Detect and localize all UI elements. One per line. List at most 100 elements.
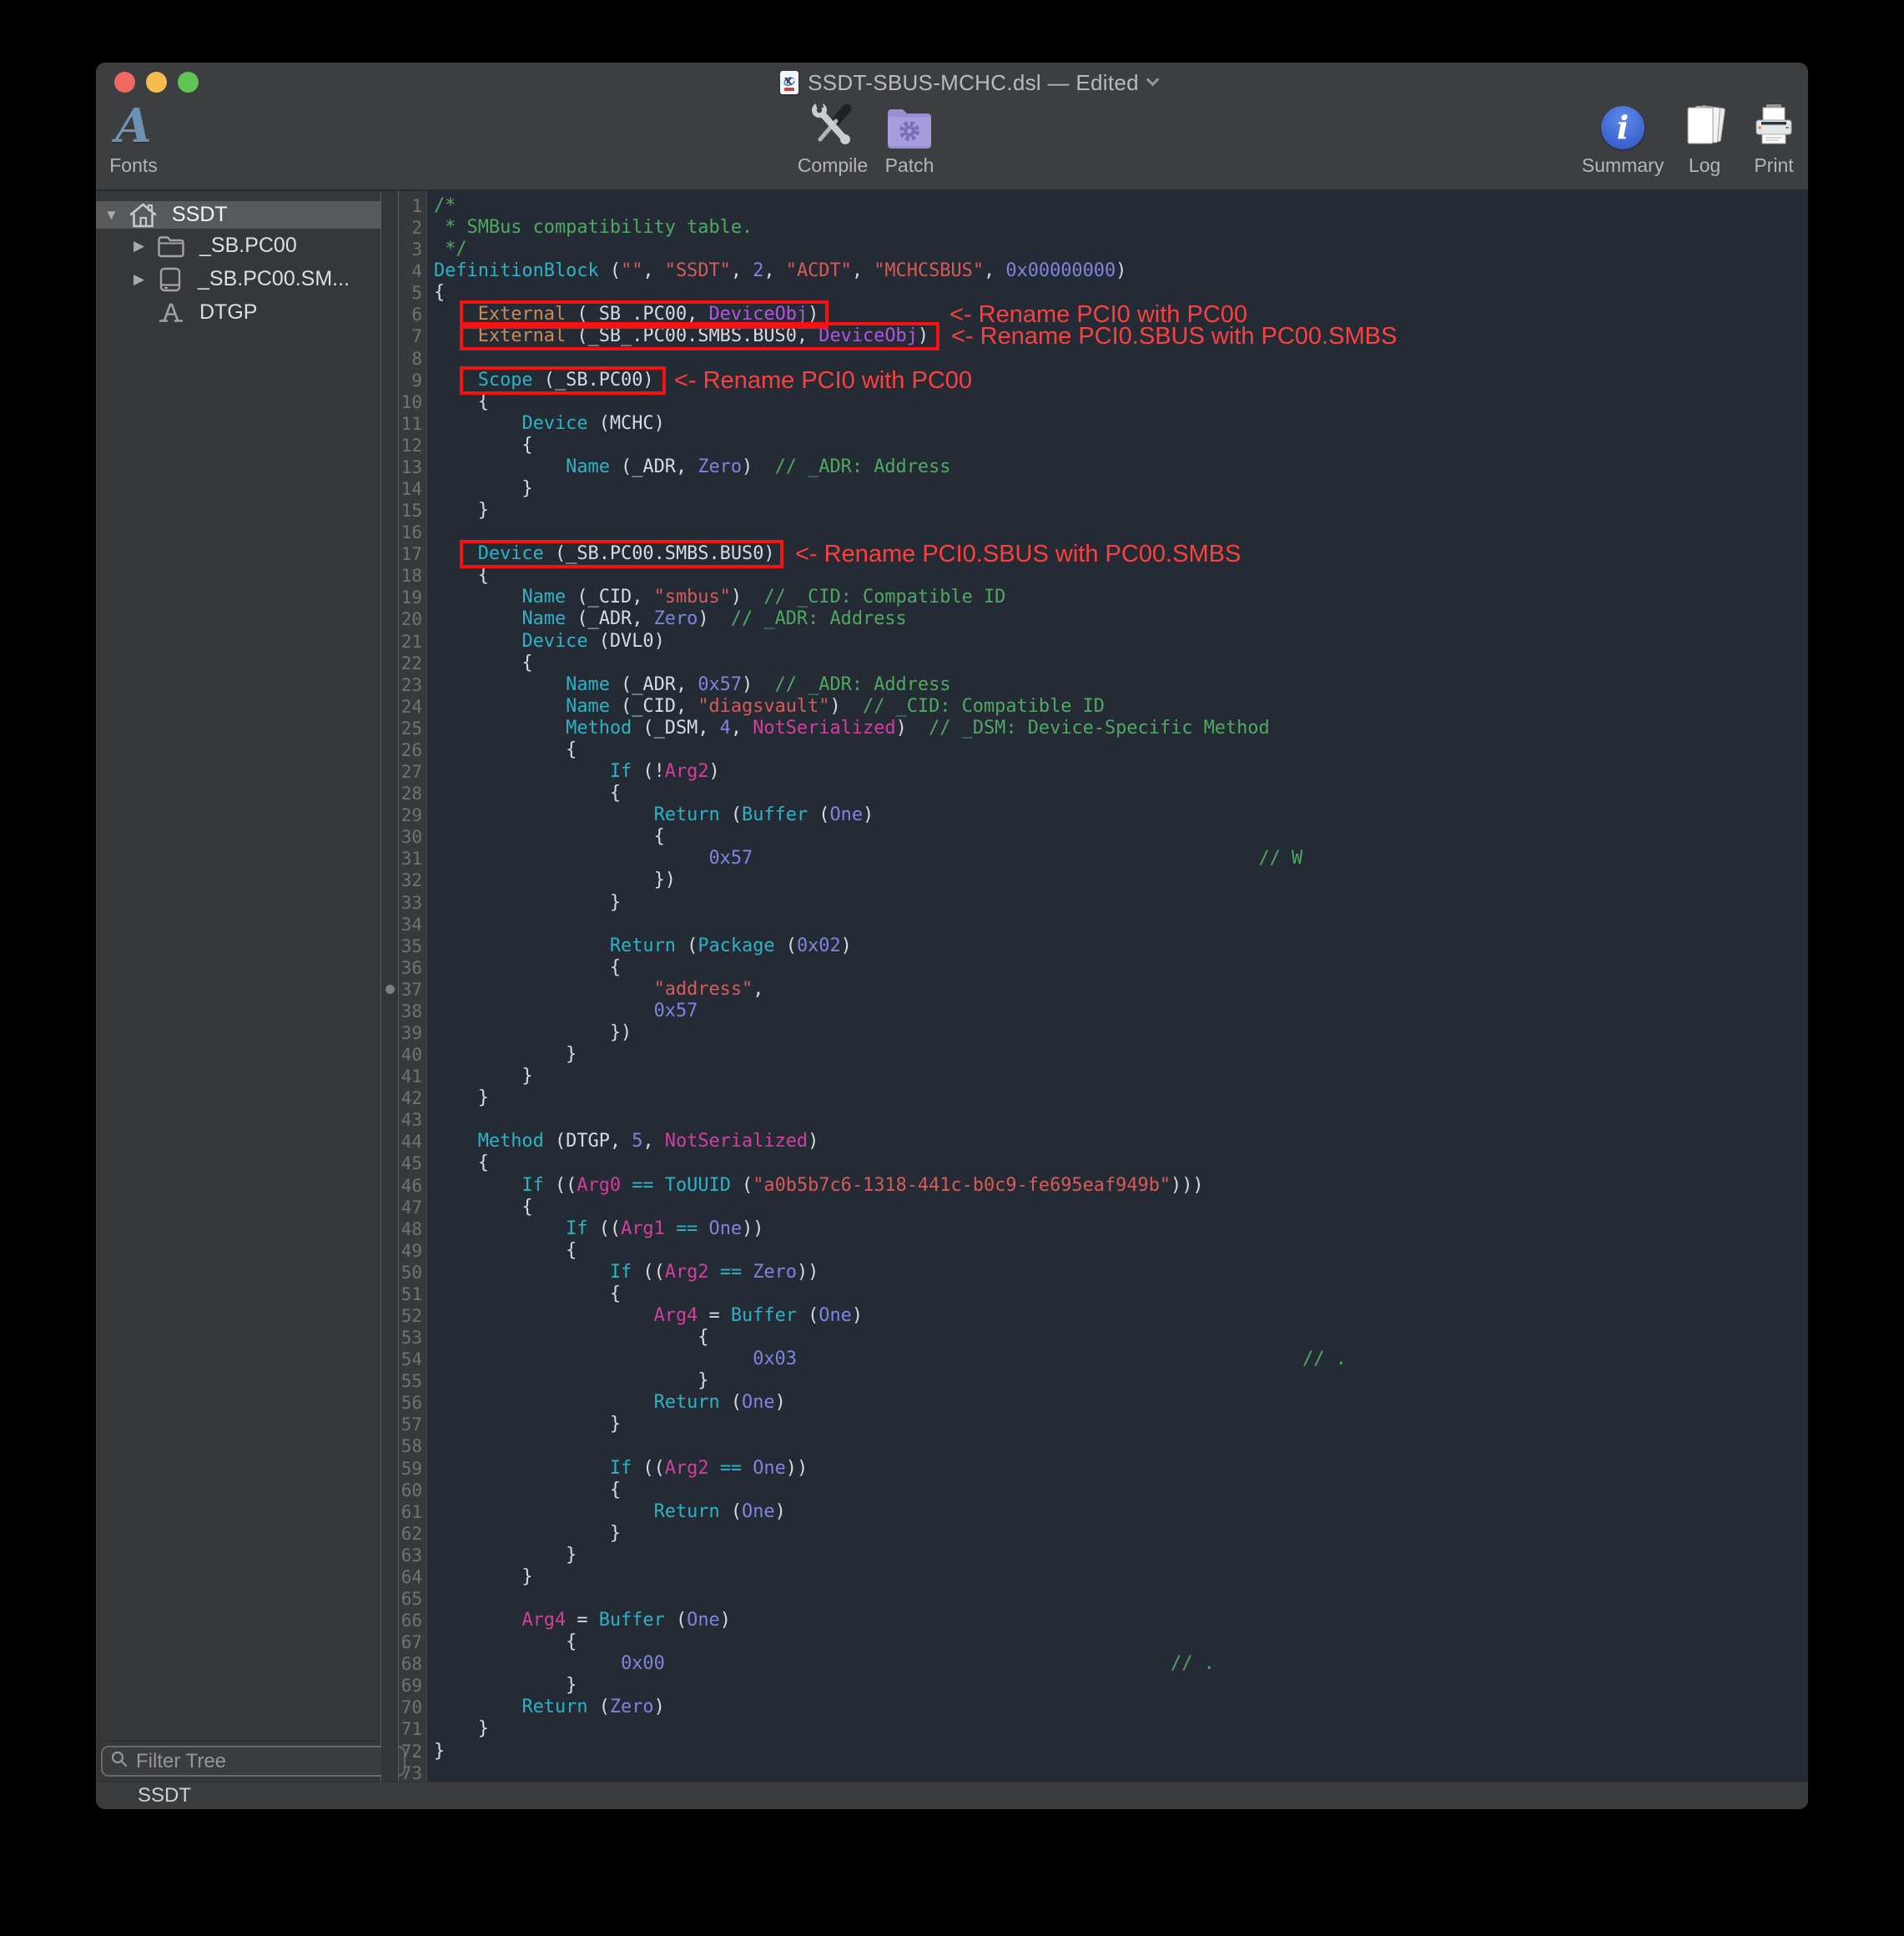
code-line	[434, 1109, 1808, 1131]
line-number: 25	[399, 718, 426, 739]
code-token	[434, 304, 478, 325]
code-token: )	[852, 1305, 863, 1326]
print-button[interactable]: Print	[1715, 98, 1808, 177]
disclosure-collapsed-icon[interactable]: ▶	[133, 238, 147, 255]
code-token	[753, 848, 1258, 869]
line-number: 28	[399, 783, 426, 804]
code-token: (!	[632, 761, 665, 782]
search-icon	[110, 1750, 128, 1772]
line-number: 53	[399, 1327, 426, 1349]
sidebar-item-sb-pc00-sm[interactable]: ▶ _SB.PC00.SM...	[96, 265, 380, 293]
code-token: ,	[642, 1131, 664, 1152]
code-token: If	[566, 1218, 587, 1239]
line-number: 66	[399, 1610, 426, 1631]
line-number: 48	[399, 1218, 426, 1240]
code-token	[434, 1175, 521, 1196]
code-token: Return	[521, 1697, 587, 1717]
disclosure-expanded-icon[interactable]: ▼	[104, 207, 118, 224]
code-token: Arg4	[521, 1610, 566, 1631]
line-number: 67	[399, 1631, 426, 1653]
code-line: If ((Arg1 == One))	[434, 1218, 1808, 1240]
patch-button[interactable]: Patch	[851, 98, 968, 177]
code-token: (	[808, 804, 829, 825]
code-token	[709, 1262, 720, 1283]
line-number-gutter: 1234567891011121314151617181920212223242…	[399, 191, 427, 1782]
code-token: 0x57	[698, 674, 742, 695]
line-number: 52	[399, 1305, 426, 1327]
code-line: {	[434, 1240, 1808, 1262]
code-token: One	[819, 1305, 852, 1326]
code-line: }	[434, 1523, 1808, 1545]
code-editor[interactable]: /* * SMBus compatibility table. */Defini…	[427, 191, 1808, 1782]
code-line: Name (_ADR, Zero) // _ADR: Address	[434, 456, 1808, 478]
line-number: 8	[399, 348, 426, 370]
code-token: ,	[731, 718, 753, 739]
code-token: )	[841, 935, 852, 956]
code-token: )	[918, 325, 929, 346]
line-number: 12	[399, 435, 426, 456]
app-window: SSDT-SBUS-MCHC.dsl — Edited A Fonts Comp…	[96, 63, 1808, 1809]
code-token	[434, 1001, 654, 1021]
code-line: Return (Zero)	[434, 1697, 1808, 1718]
sidebar-item-sb-pc00[interactable]: ▶ _SB.PC00	[96, 232, 380, 260]
line-number: 56	[399, 1392, 426, 1414]
code-token: 2	[753, 260, 763, 281]
code-token	[434, 1392, 654, 1413]
code-token: "ACDT"	[786, 260, 852, 281]
code-token: One	[742, 1392, 775, 1413]
code-token: 0x00000000	[1005, 260, 1116, 281]
code-token: {	[434, 1327, 708, 1348]
code-line	[434, 914, 1808, 935]
code-token: )	[775, 1501, 786, 1522]
disclosure-collapsed-icon[interactable]: ▶	[133, 271, 147, 288]
line-number: 13	[399, 456, 426, 478]
code-line: Device (DVL0)	[434, 631, 1808, 653]
filter-tree-input[interactable]	[134, 1749, 396, 1774]
filter-tree-box[interactable]	[101, 1746, 405, 1777]
code-line: Arg4 = Buffer (One)	[434, 1610, 1808, 1631]
code-line: If ((Arg2 == Zero))	[434, 1262, 1808, 1283]
code-token: Arg2	[665, 1458, 709, 1479]
line-number: 27	[399, 761, 426, 783]
code-token: ((	[632, 1458, 665, 1479]
code-line: }	[434, 1741, 1808, 1762]
code-token: (	[720, 1501, 742, 1522]
window-title-group[interactable]: SSDT-SBUS-MCHC.dsl — Edited	[96, 67, 1808, 98]
code-line: {	[434, 565, 1808, 587]
code-token: (_CID,	[610, 696, 698, 717]
code-token	[434, 674, 566, 695]
code-token: }	[434, 1370, 708, 1391]
code-token: )	[863, 804, 874, 825]
fonts-button[interactable]: A Fonts	[96, 98, 192, 177]
line-number: 41	[399, 1066, 426, 1087]
line-marker-dot[interactable]	[385, 985, 395, 994]
code-token: {	[434, 739, 577, 760]
code-token: (	[720, 804, 742, 825]
sidebar-item-dtgp[interactable]: DTGP	[96, 299, 380, 326]
sidebar-item-ssdt[interactable]: ▼ SSDT	[96, 201, 380, 229]
code-token: }	[434, 892, 621, 913]
line-number: 64	[399, 1566, 426, 1588]
code-token: // _ADR: Address	[775, 674, 951, 695]
code-token: Zero	[753, 1262, 797, 1283]
code-token: Buffer	[731, 1305, 797, 1326]
code-token	[434, 1305, 654, 1326]
code-token	[434, 848, 708, 869]
code-token	[434, 1262, 610, 1283]
code-token: ((	[588, 1218, 622, 1239]
status-selection-path: SSDT	[138, 1784, 191, 1807]
code-token	[434, 325, 478, 346]
code-token: Return	[654, 1392, 720, 1413]
line-number: 62	[399, 1523, 426, 1545]
code-line: Device (_SB.PC00.SMBS.BUS0)	[434, 543, 1808, 565]
code-token: DeviceObj	[819, 325, 918, 346]
code-line: External (_SB_.PC00.SMBS.BUS0, DeviceObj…	[434, 325, 1808, 347]
line-number: 16	[399, 522, 426, 543]
code-token: )	[698, 608, 731, 629]
line-number: 57	[399, 1414, 426, 1435]
code-token: Arg2	[665, 761, 709, 782]
code-token: }	[434, 1044, 577, 1065]
line-number: 35	[399, 935, 426, 957]
code-token: 5	[632, 1131, 642, 1152]
code-line	[434, 522, 1808, 543]
